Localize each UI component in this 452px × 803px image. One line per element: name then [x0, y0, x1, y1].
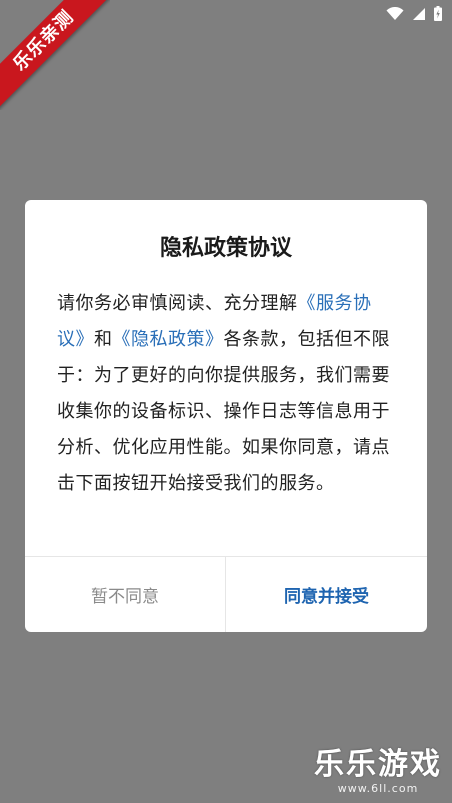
body-text-and: 和	[94, 329, 113, 350]
signal-icon	[413, 7, 425, 20]
accept-button[interactable]: 同意并接受	[226, 557, 427, 632]
decline-button[interactable]: 暂不同意	[25, 557, 225, 632]
dialog-body: 请你务必审慎阅读、充分理解《服务协议》和《隐私政策》各条款，包括但不限于：为了更…	[57, 286, 397, 502]
body-text-intro: 请你务必审慎阅读、充分理解	[57, 293, 298, 314]
privacy-policy-link[interactable]: 《隐私政策》	[113, 329, 224, 350]
dialog-title: 隐私政策协议	[159, 236, 292, 261]
watermark-logo-text: 乐乐游戏	[314, 747, 442, 782]
watermark: 乐乐游戏 www.6ll.com	[314, 747, 442, 796]
status-icons	[386, 6, 442, 21]
privacy-dialog: 隐私政策协议 请你务必审慎阅读、充分理解《服务协议》和《隐私政策》各条款，包括但…	[25, 200, 427, 632]
battery-icon	[434, 6, 442, 21]
corner-ribbon: 乐乐亲测	[0, 0, 110, 110]
wifi-icon	[386, 6, 404, 20]
ribbon-label: 乐乐亲测	[0, 0, 110, 110]
watermark-url: www.6ll.com	[337, 782, 419, 795]
body-text-details: 各条款，包括但不限于：为了更好的向你提供服务，我们需要收集你的设备标识、操作日志…	[57, 329, 390, 494]
